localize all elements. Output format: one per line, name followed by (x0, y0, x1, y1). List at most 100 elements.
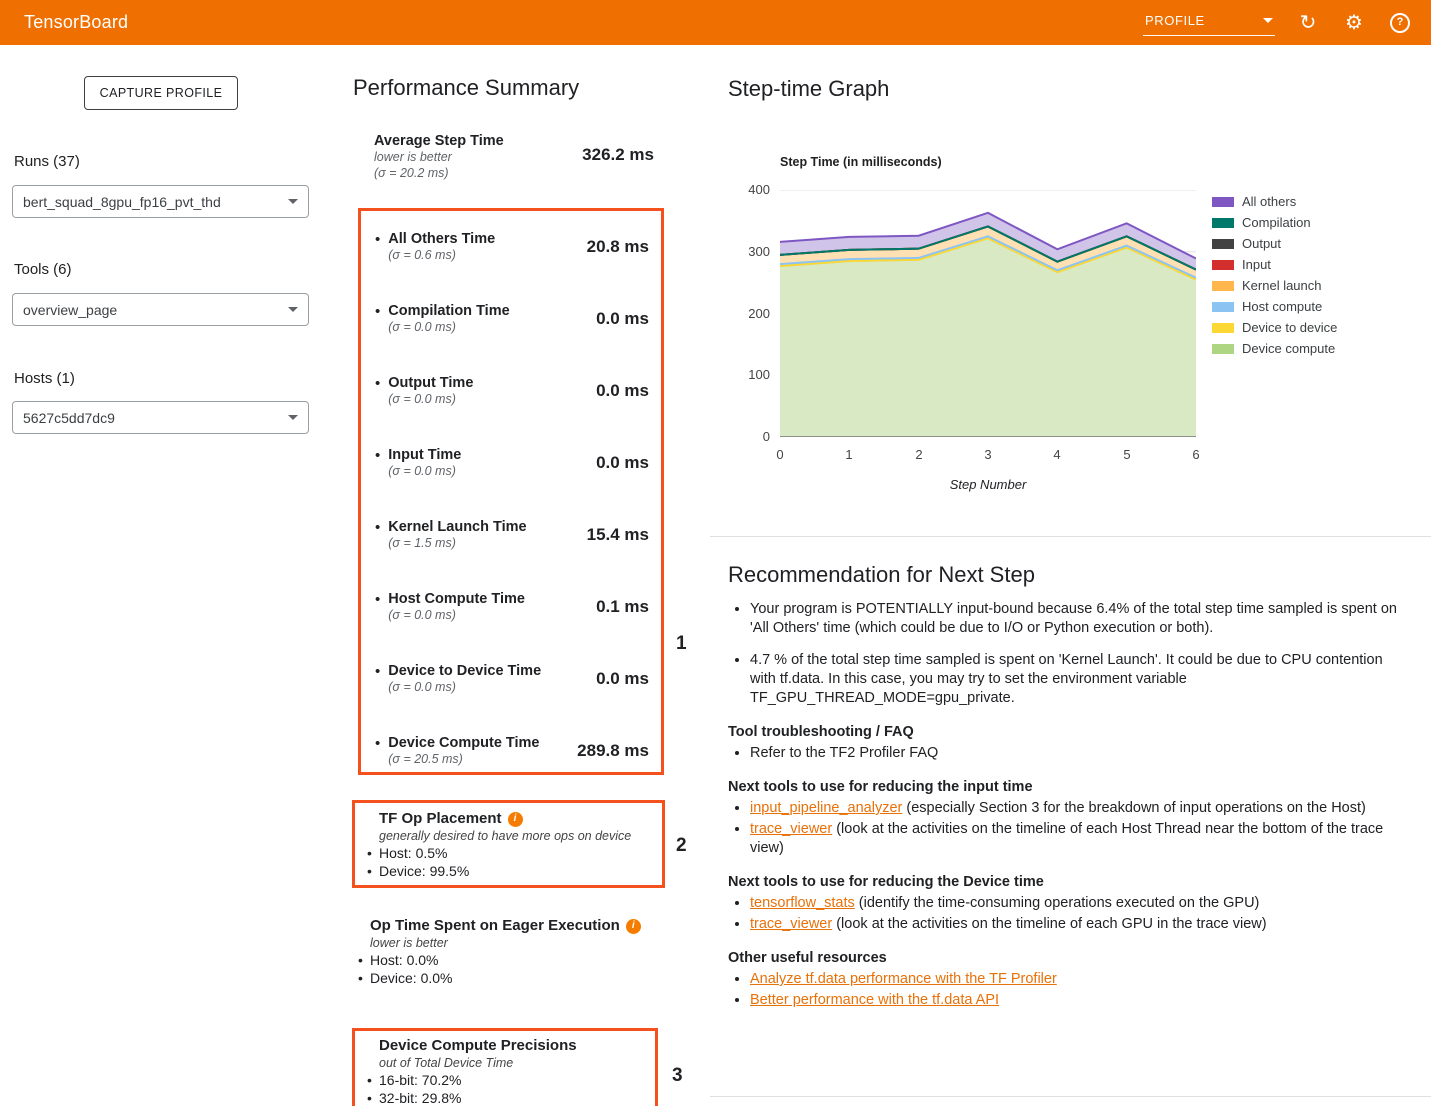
right-panel: Step-time Graph Step Time (in millisecon… (710, 45, 1431, 1106)
step-time-chart (780, 190, 1196, 437)
legend-item: Device to device (1212, 317, 1337, 338)
metric-sigma: (σ = 0.0 ms) (388, 391, 473, 407)
eager-execution-section: Op Time Spent on Eager Execution i lower… (356, 917, 656, 987)
y-tick-label: 400 (724, 182, 770, 197)
recommendation-content: Your program is POTENTIALLY input-bound … (728, 600, 1403, 1012)
annotation-3: 3 (672, 1065, 683, 1087)
metric-value: 0.1 ms (596, 597, 649, 617)
bullet-dot: • (375, 303, 380, 321)
dashboard-select[interactable]: PROFILE (1143, 9, 1275, 36)
tool-link[interactable]: tensorflow_stats (750, 895, 855, 911)
tool-link[interactable]: trace_viewer (750, 821, 832, 837)
x-tick-label: 4 (1047, 447, 1067, 462)
y-tick-label: 200 (724, 306, 770, 321)
tool-link[interactable]: input_pipeline_analyzer (750, 800, 902, 816)
legend-swatch (1212, 302, 1234, 312)
legend-label: Output (1242, 236, 1281, 251)
stat-line: Host: 0.0% (356, 951, 656, 969)
legend-swatch (1212, 260, 1234, 270)
tool-link[interactable]: Better performance with the tf.data API (750, 992, 999, 1008)
divider (710, 1096, 1431, 1097)
info-icon[interactable]: i (508, 812, 523, 827)
eager-title: Op Time Spent on Eager Execution (370, 917, 620, 935)
step-time-graph-title: Step-time Graph (728, 76, 889, 102)
item-text: Refer to the TF2 Profiler FAQ (750, 745, 938, 761)
section-item: Refer to the TF2 Profiler FAQ (750, 744, 1403, 763)
tf-op-placement-list: Host: 0.5%Device: 99.5% (365, 844, 652, 880)
recommendation-subsection: Next tools to use for reducing the input… (728, 778, 1403, 858)
gear-icon[interactable]: ⚙ (1341, 10, 1367, 36)
info-icon[interactable]: i (626, 919, 641, 934)
tensorboard-app: TensorBoard PROFILE ↻ ⚙ ? CAPTURE PROFIL… (0, 0, 1431, 1106)
recommendation-section: Recommendation for Next Step Your progra… (710, 536, 1431, 1106)
bullet-dot: • (375, 591, 380, 609)
chevron-down-icon (1263, 18, 1273, 23)
bullet-dot: • (375, 735, 380, 753)
annotation-2: 2 (676, 835, 687, 857)
legend-label: Host compute (1242, 299, 1322, 314)
section-heading: Next tools to use for reducing the Devic… (728, 873, 1403, 892)
recommendation-subsection: Next tools to use for reducing the Devic… (728, 873, 1403, 934)
metric-sigma: (σ = 0.6 ms) (388, 247, 495, 263)
metric-sigma: (σ = 0.0 ms) (388, 319, 509, 335)
legend-item: Output (1212, 233, 1337, 254)
x-axis-label: Step Number (780, 477, 1196, 492)
legend-label: Input (1242, 257, 1271, 272)
metric-title: Device to Device Time (388, 663, 541, 679)
annotation-1: 1 (676, 633, 687, 655)
perf-metric-row: • Device to Device Time (σ = 0.0 ms) 0.0… (361, 655, 661, 727)
section-item: Better performance with the tf.data API (750, 991, 1403, 1010)
recommendation-subsections: Tool troubleshooting / FAQ Refer to the … (728, 723, 1403, 1010)
x-tick-label: 5 (1117, 447, 1137, 462)
chevron-down-icon (288, 307, 298, 312)
eager-list: Host: 0.0%Device: 0.0% (356, 951, 656, 987)
metric-title: Host Compute Time (388, 591, 525, 607)
precisions-title: Device Compute Precisions (379, 1037, 577, 1055)
refresh-icon[interactable]: ↻ (1295, 10, 1321, 36)
section-item: tensorflow_stats (identify the time-cons… (750, 894, 1403, 913)
metric-value: 0.0 ms (596, 381, 649, 401)
metric-title: Input Time (388, 447, 461, 463)
top-bar-controls: PROFILE ↻ ⚙ ? (1143, 9, 1413, 36)
tf-op-placement-subtitle: generally desired to have more ops on de… (379, 828, 652, 844)
perf-metric-row: • All Others Time (σ = 0.6 ms) 20.8 ms (361, 223, 661, 295)
hosts-select[interactable]: 5627c5dd7dc9 (12, 401, 309, 434)
tools-select-value: overview_page (23, 302, 117, 318)
legend-label: All others (1242, 194, 1296, 209)
runs-label: Runs (37) (14, 153, 80, 170)
top-bar: TensorBoard PROFILE ↻ ⚙ ? (0, 0, 1431, 45)
tool-link[interactable]: Analyze tf.data performance with the TF … (750, 971, 1057, 987)
bullet-dot: • (375, 519, 380, 537)
legend-label: Device compute (1242, 341, 1335, 356)
section-item: trace_viewer (look at the activities on … (750, 820, 1403, 858)
stat-line: Device: 99.5% (365, 862, 652, 880)
y-tick-label: 300 (724, 244, 770, 259)
tools-select[interactable]: overview_page (12, 293, 309, 326)
recommendation-bullets: Your program is POTENTIALLY input-bound … (728, 600, 1403, 708)
legend-swatch (1212, 197, 1234, 207)
stat-line: 32-bit: 29.8% (365, 1089, 645, 1106)
perf-metric-row: • Output Time (σ = 0.0 ms) 0.0 ms (361, 367, 661, 439)
help-icon[interactable]: ? (1387, 10, 1413, 36)
recommendation-title: Recommendation for Next Step (728, 562, 1035, 588)
step-time-breakdown-box: • All Others Time (σ = 0.6 ms) 20.8 ms •… (358, 208, 664, 775)
legend-item: Host compute (1212, 296, 1337, 317)
perf-metric-row: • Compilation Time (σ = 0.0 ms) 0.0 ms (361, 295, 661, 367)
sidebar: CAPTURE PROFILE Runs (37) bert_squad_8gp… (0, 45, 331, 1106)
tool-link[interactable]: trace_viewer (750, 916, 832, 932)
x-tick-label: 2 (909, 447, 929, 462)
tf-op-placement-box: TF Op Placement i generally desired to h… (352, 800, 665, 888)
average-step-time-row: Average Step Time lower is better (σ = 2… (374, 133, 654, 181)
legend-swatch (1212, 281, 1234, 291)
legend-item: All others (1212, 191, 1337, 212)
x-tick-label: 6 (1186, 447, 1206, 462)
recommendation-subsection: Other useful resources Analyze tf.data p… (728, 949, 1403, 1010)
chart-legend: All others Compilation Output Input Kern… (1212, 191, 1337, 359)
bullet-dot: • (375, 375, 380, 393)
x-tick-label: 3 (978, 447, 998, 462)
bullet-dot: • (375, 663, 380, 681)
runs-select[interactable]: bert_squad_8gpu_fp16_pvt_thd (12, 185, 309, 218)
legend-swatch (1212, 218, 1234, 228)
perf-metric-row: • Device Compute Time (σ = 20.5 ms) 289.… (361, 727, 661, 775)
capture-profile-button[interactable]: CAPTURE PROFILE (84, 76, 238, 110)
